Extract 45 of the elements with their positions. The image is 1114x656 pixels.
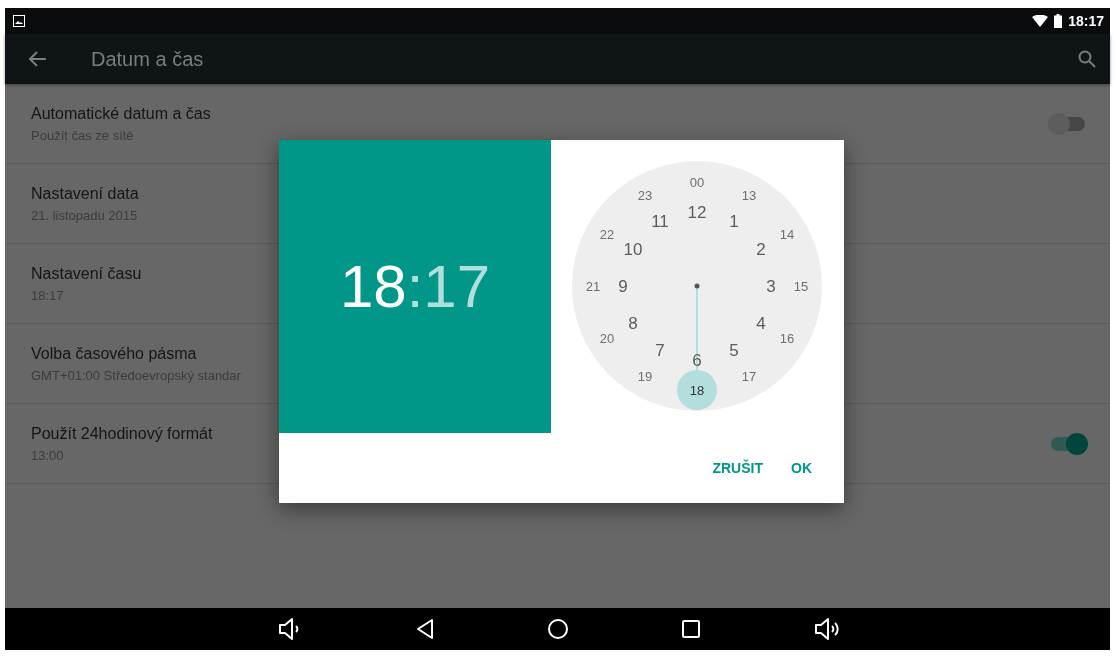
clock-number[interactable]: 9: [618, 276, 628, 296]
wifi-icon: [1032, 15, 1049, 27]
ok-button[interactable]: OK: [781, 452, 822, 484]
clock-number[interactable]: 19: [637, 368, 653, 384]
back-arrow-icon[interactable]: [29, 51, 47, 67]
search-icon[interactable]: [1078, 50, 1096, 68]
home-icon[interactable]: [546, 618, 569, 640]
clock-number[interactable]: 11: [651, 212, 669, 232]
setting-title[interactable]: Nastavení data: [31, 184, 139, 203]
clock-number[interactable]: 2: [756, 239, 766, 259]
clock-number[interactable]: 23: [637, 188, 653, 204]
clock-number[interactable]: 5: [729, 340, 739, 360]
setting-title[interactable]: Automatické datum a čas: [31, 104, 211, 123]
clock-number[interactable]: 10: [623, 239, 643, 259]
clock-number[interactable]: 6: [692, 350, 702, 370]
clock-number[interactable]: 20: [599, 330, 615, 346]
minute-display[interactable]: 17: [423, 252, 491, 321]
clock-number[interactable]: 3: [766, 276, 776, 296]
clock-number[interactable]: 13: [741, 188, 757, 204]
clock-number[interactable]: 16: [779, 330, 795, 346]
clock-number[interactable]: 18: [689, 382, 705, 398]
hour-display[interactable]: 18: [339, 252, 407, 321]
clock-number[interactable]: 1: [729, 212, 739, 232]
setting-title[interactable]: Nastavení času: [31, 264, 142, 283]
clock-number[interactable]: 7: [655, 340, 665, 360]
toolbar-title: Datum a čas: [91, 47, 205, 71]
status-time: 18:17: [1068, 13, 1104, 29]
time-separator: :: [406, 252, 424, 321]
recents-icon[interactable]: [680, 619, 701, 639]
battery-icon: [1054, 14, 1063, 28]
setting-title[interactable]: Volba časového pásma: [31, 344, 197, 363]
clock-number[interactable]: 8: [628, 313, 638, 333]
clock-number[interactable]: 14: [779, 226, 795, 242]
center-dot: [694, 283, 700, 289]
clock-number[interactable]: 12: [687, 202, 707, 222]
setting-title[interactable]: Použít 24hodinový formát: [31, 424, 213, 443]
back-icon[interactable]: [414, 618, 435, 640]
clock-number[interactable]: 4: [756, 313, 766, 333]
clock-number[interactable]: 00: [689, 174, 705, 190]
clock-number[interactable]: 15: [793, 278, 809, 294]
cancel-button[interactable]: ZRUŠIT: [702, 452, 773, 484]
clock-number[interactable]: 17: [741, 368, 757, 384]
clock-number[interactable]: 22: [599, 226, 615, 242]
clock-number[interactable]: 21: [585, 278, 601, 294]
image-notification-icon: [13, 15, 25, 27]
